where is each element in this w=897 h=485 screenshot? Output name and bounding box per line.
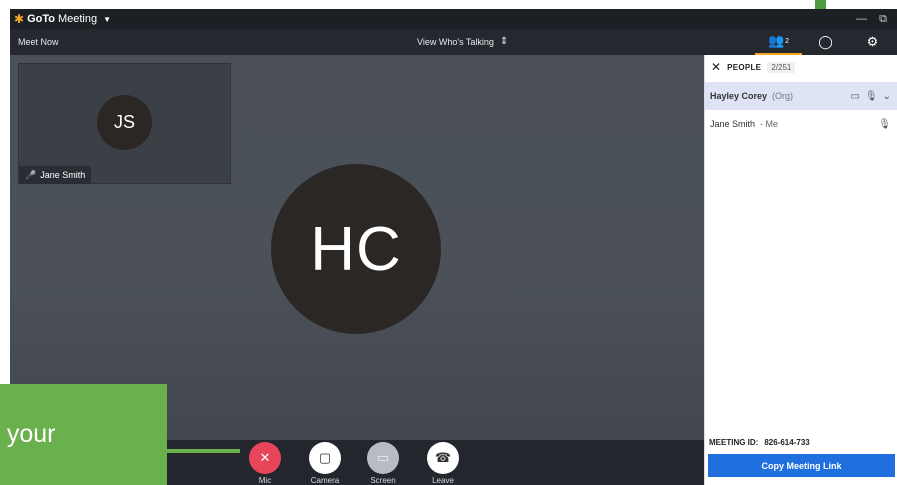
leave-control[interactable]: ☎ Leave: [420, 442, 466, 485]
close-icon[interactable]: ✕: [711, 60, 721, 74]
chevron-down-icon[interactable]: ⌄: [883, 91, 891, 102]
chat-icon: ◯: [818, 34, 833, 49]
meet-now-button[interactable]: Meet Now: [10, 37, 59, 47]
hang-up-icon[interactable]: ☎: [427, 442, 459, 474]
gear-icon: ⚙: [866, 34, 879, 49]
avatar: JS: [97, 95, 152, 150]
copy-meeting-link-button[interactable]: Copy Meeting Link: [708, 454, 895, 477]
people-count: 2: [785, 37, 790, 45]
participant-tag: - Me: [760, 119, 779, 129]
callout-pointer-line: [167, 449, 240, 453]
people-panel-title: PEOPLE: [727, 62, 762, 72]
up-down-chevron-icon: ⇕: [499, 36, 509, 47]
view-mode-label: View Who's Talking: [417, 37, 494, 47]
title-bar: ✱ GoTo Meeting ▼ — ⧉: [10, 9, 897, 29]
thumbnail-name: Jane Smith: [40, 170, 86, 180]
camera-off-icon[interactable]: ▢: [309, 442, 341, 474]
screen-share-icon[interactable]: ▭: [367, 442, 399, 474]
view-mode-selector[interactable]: View Who's Talking ⇕: [417, 29, 508, 55]
people-count-badge: 2/251: [767, 61, 796, 73]
mic-control[interactable]: ✕ Mic: [242, 442, 288, 485]
leave-label: Leave: [432, 476, 454, 485]
meeting-id-value: 826-614-733: [764, 438, 810, 447]
app-name: Meeting: [57, 13, 98, 25]
chat-button[interactable]: ◯: [802, 29, 849, 55]
participant-thumbnail[interactable]: JS 🎤 Jane Smith: [18, 63, 231, 184]
participant-name: Jane Smith: [710, 119, 756, 129]
screen-control[interactable]: ▭ Screen: [360, 442, 406, 485]
participant-tag: (Org): [772, 91, 794, 101]
mic-muted-icon: 🎤: [25, 169, 37, 180]
meeting-id: MEETING ID: 826-614-733: [709, 438, 810, 447]
settings-button[interactable]: ⚙: [849, 29, 896, 55]
camera-control[interactable]: ▢ Camera: [302, 442, 348, 485]
mic-muted-icon: 🎙: [864, 90, 878, 102]
people-button[interactable]: 👥 2: [755, 29, 802, 55]
restore-button[interactable]: ⧉: [879, 13, 887, 26]
active-speaker-avatar: HC: [271, 164, 441, 334]
meeting-toolbar: Meet Now View Who's Talking ⇕ 👥 2 ◯ ⚙: [10, 29, 897, 55]
screen-label: Screen: [370, 476, 396, 485]
mic-label: Mic: [258, 476, 272, 485]
minimize-button[interactable]: —: [856, 13, 867, 26]
people-panel-header: ✕ PEOPLE 2/251: [705, 55, 897, 79]
video-stage: JS 🎤 Jane Smith HC: [10, 55, 704, 440]
participant-row-jane-smith[interactable]: Jane Smith - Me 🎙: [705, 110, 897, 138]
participant-row-hayley-corey[interactable]: Hayley Corey (Org) ▭ 🎙 ⌄: [705, 82, 897, 110]
annotation-callout: e your: [0, 384, 167, 485]
mic-muted-icon[interactable]: ✕: [249, 442, 281, 474]
screen-icon: ▭: [850, 90, 860, 102]
gotomeeting-window: ✱ GoTo Meeting ▼ — ⧉ Meet Now View Who's…: [0, 0, 897, 485]
gotomeeting-logo-icon: ✱: [14, 12, 25, 26]
chevron-down-icon: ▼: [103, 14, 112, 24]
camera-label: Camera: [310, 476, 340, 485]
people-panel: ✕ PEOPLE 2/251 Hayley Corey (Org) ▭ 🎙 ⌄ …: [704, 55, 897, 485]
brand-name: GoTo: [27, 13, 55, 25]
mic-muted-icon: 🎙: [878, 118, 891, 130]
app-menu[interactable]: ✱ GoTo Meeting ▼: [10, 13, 111, 25]
meeting-id-label: MEETING ID:: [709, 438, 759, 447]
people-icon: 👥: [767, 33, 785, 48]
callout-text: e your: [0, 420, 56, 448]
thumbnail-name-label: 🎤 Jane Smith: [19, 166, 92, 184]
meeting-controls: ✕ Mic ▢ Camera ▭ Screen ☎ Leave: [240, 440, 470, 485]
participant-name: Hayley Corey: [710, 91, 768, 101]
